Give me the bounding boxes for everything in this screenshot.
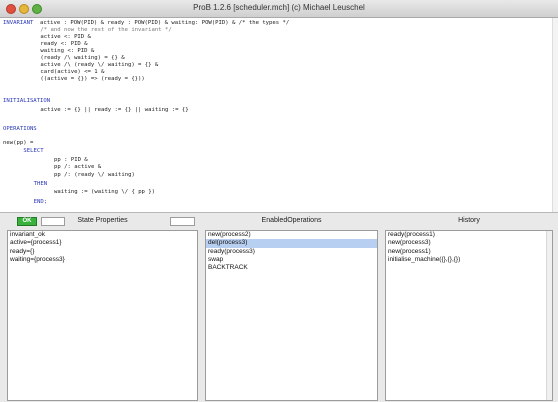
code-text: pp /: (ready \/ waiting)	[54, 172, 135, 178]
enabled-operation-item[interactable]: ready(process3)	[206, 248, 377, 256]
code-keyword: INITIALISATION	[3, 98, 51, 104]
code-text: pp : PID &	[54, 157, 88, 163]
code-line: waiting := (waiting \/ { pp })	[54, 189, 155, 196]
enabled-operations-panel: EnabledOperations new(process2) del(proce…	[205, 213, 378, 402]
code-line: END;	[34, 199, 47, 206]
state-properties-list[interactable]: invariant_ok active={process1} ready={} wai…	[7, 230, 198, 401]
code-text: ((active = {}) => (ready = {}))	[40, 76, 145, 82]
code-keyword: OPERATIONS	[3, 126, 37, 132]
code-comment: /* and now the rest of the invariant */	[40, 27, 172, 33]
history-item[interactable]: new(process3)	[386, 239, 552, 247]
code-text: card(active) <= 1 &	[40, 69, 105, 75]
history-item[interactable]: initialise_machine({},{},{})	[386, 256, 552, 264]
enabled-operation-item[interactable]: new(process2)	[206, 231, 377, 239]
history-header: History	[458, 217, 480, 224]
code-line: SELECT	[23, 148, 43, 155]
code-text: active <: PID &	[40, 34, 91, 40]
window-title: ProB 1.2.6 [scheduler.mch] (c) Michael L…	[193, 3, 365, 12]
enabled-operation-item[interactable]: swap	[206, 256, 377, 264]
code-line: ((active = {}) => (ready = {}))	[40, 76, 144, 83]
state-property-item[interactable]: invariant_ok	[8, 231, 197, 239]
code-text: active : POW(PID) & ready : POW(PID) & w…	[33, 20, 290, 26]
history-scrollbar[interactable]	[546, 231, 552, 400]
code-line: THEN	[34, 181, 47, 188]
code-keyword: END;	[33, 199, 48, 205]
code-text: waiting <: PID &	[40, 48, 95, 54]
history-item[interactable]: new(process1)	[386, 248, 552, 256]
state-property-item[interactable]: active={process1}	[8, 239, 197, 247]
enabled-operations-header: EnabledOperations	[261, 217, 322, 224]
history-list[interactable]: ready(process1) new(process3) new(process1…	[385, 230, 553, 401]
code-keyword: THEN	[33, 181, 48, 187]
code-text: new(pp) =	[3, 140, 34, 146]
code-keyword: INVARIANT	[3, 20, 34, 26]
code-line: active := {} || ready := {} || waiting :…	[40, 107, 188, 114]
code-line: new(pp) =	[3, 140, 33, 147]
source-editor[interactable]: INVARIANT active : POW(PID) & ready : PO…	[0, 18, 558, 212]
code-keyword: SELECT	[23, 148, 44, 154]
enabled-operations-list[interactable]: new(process2) del(process3) ready(process3…	[205, 230, 378, 401]
enabled-operation-item[interactable]: BACKTRACK	[206, 264, 377, 272]
state-filter-field-right[interactable]	[170, 217, 195, 226]
code-text: (ready /\ waiting) = {} &	[40, 55, 125, 61]
code-text: ready <: PID &	[40, 41, 88, 47]
editor-scrollbar[interactable]	[552, 18, 558, 212]
history-panel: History ready(process1) new(process3) new(…	[385, 213, 553, 402]
enabled-operation-item[interactable]: del(process3)	[206, 239, 377, 248]
history-item[interactable]: ready(process1)	[386, 231, 552, 239]
code-line: pp /: active &	[54, 164, 101, 171]
state-properties-panel: OK State Properties invariant_ok active={…	[7, 213, 198, 402]
code-line: INITIALISATION	[3, 98, 50, 105]
state-property-item[interactable]: waiting={process3}	[8, 256, 197, 264]
code-text: active := {} || ready := {} || waiting :…	[40, 107, 189, 113]
code-text: pp /: active &	[54, 164, 102, 170]
window-titlebar: ProB 1.2.6 [scheduler.mch] (c) Michael L…	[0, 0, 558, 18]
state-property-item[interactable]: ready={}	[8, 248, 197, 256]
code-line: OPERATIONS	[3, 126, 37, 133]
code-text: active /\ (ready \/ waiting) = {} &	[40, 62, 159, 68]
code-text: waiting := (waiting \/ { pp })	[54, 189, 156, 195]
code-line: pp /: (ready \/ waiting)	[54, 172, 135, 179]
